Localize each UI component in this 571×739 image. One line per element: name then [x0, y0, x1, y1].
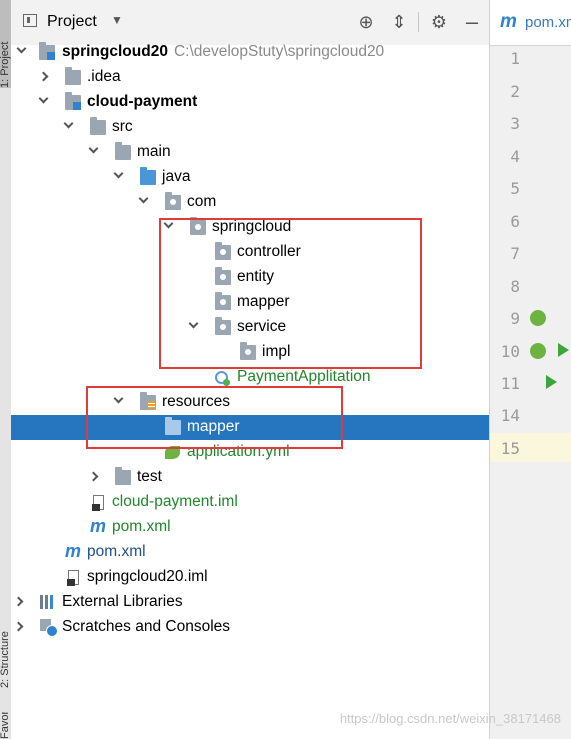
spring-bean-gutter-icon[interactable]: [530, 343, 546, 359]
folder-icon: [65, 67, 81, 85]
chevron-down-icon[interactable]: ▼: [111, 13, 123, 27]
watermark-text: https://blog.csdn.net/weixin_38171468: [339, 711, 561, 726]
folder-icon: [115, 142, 131, 160]
tree-node-label: cloud-payment.iml: [112, 493, 238, 510]
tree-node-label: main: [137, 143, 171, 160]
tree-node-scratches[interactable]: Scratches and Consoles: [11, 615, 489, 640]
tree-node-label: springcloud20.iml: [87, 568, 208, 585]
tree-node-main[interactable]: main: [11, 140, 489, 165]
iml-file-icon: [67, 570, 79, 586]
run-icon[interactable]: [558, 343, 569, 357]
tree-node-test[interactable]: test: [11, 465, 489, 490]
module-folder-icon: [39, 42, 55, 60]
chevron-down-icon[interactable]: [88, 143, 99, 154]
run-icon[interactable]: [546, 375, 557, 389]
tree-node-cloud-payment[interactable]: cloud-payment: [11, 90, 489, 115]
toolbar-divider: [418, 12, 419, 32]
tree-node-label: .idea: [87, 68, 121, 85]
gear-icon[interactable]: ⚙: [428, 11, 450, 33]
maven-icon: m: [500, 11, 517, 32]
project-tool-tab[interactable]: 1: Project: [0, 0, 11, 88]
project-tree: springcloud20 C:\developStuty\springcloud…: [11, 42, 489, 739]
tree-node-idea[interactable]: .idea: [11, 65, 489, 90]
line-number: 15: [500, 439, 520, 458]
collapse-all-icon[interactable]: ⇕: [388, 11, 410, 33]
tree-node-label: pom.xml: [87, 543, 146, 560]
tree-node-label: com: [187, 193, 217, 210]
folder-icon: [90, 117, 106, 135]
editor-panel: m pom.xml 1 2 3 4 5 6 7 8 9 10 11 14 15: [489, 0, 571, 739]
tree-node-label: test: [137, 468, 162, 485]
folder-icon: [115, 467, 131, 485]
tree-node-label: Scratches and Consoles: [62, 618, 231, 635]
tree-node-label: pom.xml: [112, 518, 171, 535]
chevron-down-icon[interactable]: [138, 193, 149, 204]
minimize-icon[interactable]: –: [461, 11, 483, 33]
line-number: 9: [510, 309, 520, 328]
line-number: 14: [500, 406, 520, 425]
tree-node-root-pom[interactable]: m pom.xml: [11, 540, 489, 565]
iml-file-icon: [92, 495, 104, 511]
tree-node-label: PaymentApplitation: [237, 368, 371, 385]
chevron-down-icon[interactable]: [113, 168, 124, 179]
spring-boot-class-icon: [215, 371, 230, 386]
annotation-box-springcloud: [159, 218, 422, 369]
maven-icon: m: [65, 541, 82, 561]
editor-tab-pom[interactable]: m pom.xml: [490, 0, 571, 46]
tree-node-label: springcloud20 C:\developStuty\springcloud…: [62, 43, 384, 61]
line-number: 11: [500, 374, 520, 393]
chevron-down-icon[interactable]: [63, 118, 74, 129]
tree-node-root[interactable]: springcloud20 C:\developStuty\springcloud…: [11, 40, 489, 65]
chevron-down-icon[interactable]: [16, 43, 27, 54]
line-number: 1: [510, 49, 520, 68]
root-path: C:\developStuty\springcloud20: [173, 43, 385, 60]
tree-node-java[interactable]: java: [11, 165, 489, 190]
line-number: 2: [510, 82, 520, 101]
tree-node-root-iml[interactable]: springcloud20.iml: [11, 565, 489, 590]
line-number: 5: [510, 179, 520, 198]
tree-node-label: cloud-payment: [87, 93, 198, 110]
module-folder-icon: [65, 92, 81, 110]
line-number: 7: [510, 244, 520, 263]
chevron-right-icon[interactable]: [13, 621, 24, 632]
line-number: 4: [510, 147, 520, 166]
source-folder-icon: [140, 167, 156, 185]
scratches-icon: [40, 619, 58, 637]
project-view-title[interactable]: Project: [47, 13, 97, 31]
tree-node-label: src: [112, 118, 133, 135]
tree-node-module-pom[interactable]: m pom.xml: [11, 515, 489, 540]
libraries-icon: [40, 595, 56, 609]
project-view-icon: [23, 14, 37, 27]
tree-node-external-libraries[interactable]: External Libraries: [11, 590, 489, 615]
chevron-right-icon[interactable]: [88, 471, 99, 482]
maven-icon: m: [90, 516, 107, 536]
tree-node-src[interactable]: src: [11, 115, 489, 140]
chevron-right-icon[interactable]: [13, 596, 24, 607]
tree-node-com[interactable]: com: [11, 190, 489, 215]
line-number: 6: [510, 212, 520, 231]
annotation-box-resources: [86, 386, 343, 449]
locate-icon[interactable]: ⊕: [355, 11, 377, 33]
tree-node-label: java: [162, 168, 191, 185]
chevron-right-icon[interactable]: [38, 71, 49, 82]
line-number: 3: [510, 114, 520, 133]
tree-node-label: External Libraries: [62, 593, 183, 610]
editor-tab-label: pom.xml: [525, 14, 571, 31]
line-number: 8: [510, 277, 520, 296]
favorites-tool-tab[interactable]: Favorites: [0, 712, 11, 739]
tree-node-cloud-payment-iml[interactable]: cloud-payment.iml: [11, 490, 489, 515]
line-number: 10: [500, 342, 520, 361]
structure-tool-tab[interactable]: 2: Structure: [0, 596, 11, 688]
package-icon: [165, 192, 181, 210]
chevron-down-icon[interactable]: [38, 93, 49, 104]
spring-bean-gutter-icon[interactable]: [530, 310, 546, 326]
root-name: springcloud20: [62, 43, 168, 60]
